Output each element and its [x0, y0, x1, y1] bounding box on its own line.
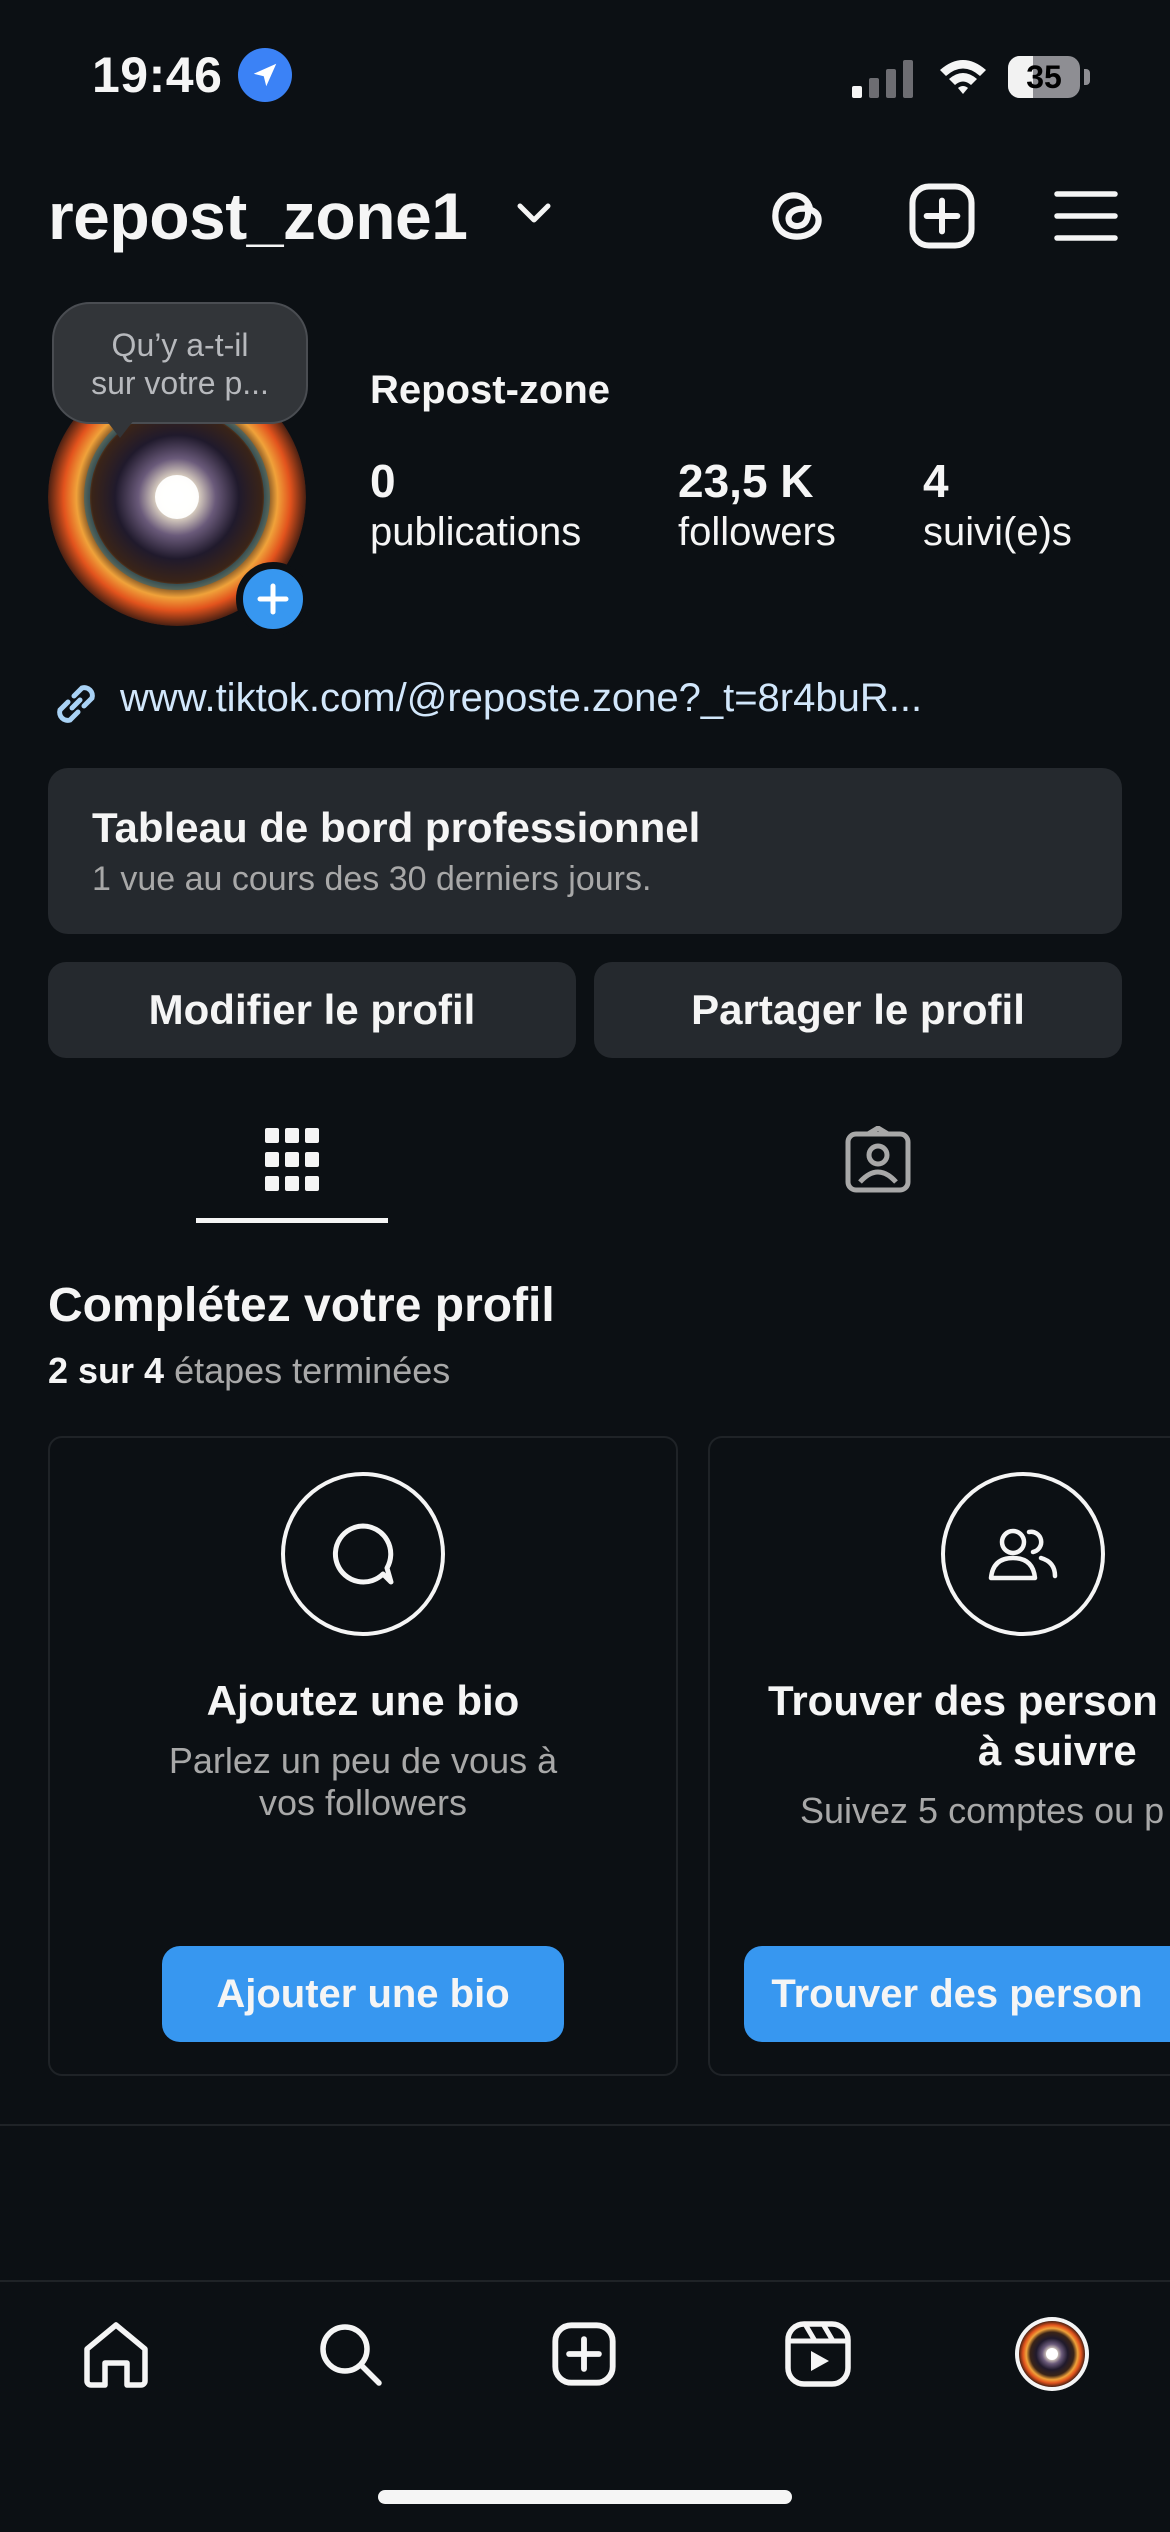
complete-profile-title: Complétez votre profil: [48, 1279, 555, 1332]
people-icon: [941, 1472, 1105, 1636]
dashboard-title: Tableau de bord professionnel: [92, 804, 701, 851]
nav-home-icon[interactable]: [78, 2316, 154, 2392]
nav-reels-icon[interactable]: [780, 2316, 856, 2392]
card-bio-desc-line2: vos followers: [258, 1782, 468, 1823]
card-bio-description: Parlez un peu de vous à vos followers: [48, 1740, 678, 1824]
section-divider: [0, 2124, 1170, 2126]
card-follow-title-line1: Trouver des person: [768, 1677, 1158, 1724]
progress-count: 2 sur 4: [48, 1350, 165, 1391]
chevron-down-icon[interactable]: [516, 202, 552, 226]
wifi-icon: [940, 60, 986, 94]
stat-followers-label[interactable]: followers: [678, 510, 836, 555]
find-people-button[interactable]: Trouver des person: [744, 1946, 1170, 2042]
grid-icon: [265, 1128, 319, 1191]
stat-publications-count[interactable]: 0: [370, 454, 396, 508]
hamburger-menu-icon[interactable]: [1048, 178, 1124, 254]
nav-profile-avatar[interactable]: [1014, 2316, 1090, 2392]
complete-profile-progress: 2 sur 4 étapes terminées: [48, 1350, 450, 1392]
cellular-signal-icon: [852, 60, 913, 98]
note-bubble-tail: [106, 420, 134, 438]
location-arrow-icon: [238, 48, 292, 102]
card-bio-desc-line1: Parlez un peu de vous à: [168, 1740, 558, 1781]
note-bubble-line2: sur votre p...: [91, 365, 269, 401]
add-story-plus-icon[interactable]: [236, 562, 310, 636]
tagged-person-icon: [845, 1126, 911, 1193]
card-follow-description: Suivez 5 comptes ou p: [800, 1790, 1165, 1831]
tab-tagged[interactable]: [818, 1120, 938, 1200]
card-follow-title-line2: à suivre: [978, 1727, 1137, 1774]
progress-label: étapes terminées: [174, 1350, 451, 1391]
dashboard-subtitle: 1 vue au cours des 30 derniers jours.: [92, 860, 652, 898]
battery-percent: 35: [1026, 59, 1062, 95]
stat-publications-label[interactable]: publications: [370, 510, 581, 555]
threads-icon[interactable]: [760, 178, 836, 254]
note-bubble[interactable]: Qu’y a-t-il sur votre p...: [52, 302, 308, 424]
battery-icon: 35: [1008, 56, 1092, 98]
nav-create-icon[interactable]: [546, 2316, 622, 2392]
home-indicator: [378, 2490, 792, 2504]
account-username[interactable]: repost_zone1: [48, 178, 468, 254]
tab-posts-grid[interactable]: [232, 1120, 352, 1200]
status-time: 19:46: [92, 47, 223, 103]
link-icon: [57, 685, 95, 723]
profile-display-name: Repost-zone: [370, 368, 610, 412]
share-profile-button[interactable]: Partager le profil: [594, 962, 1122, 1058]
stat-following-label[interactable]: suivi(e)s: [923, 510, 1072, 555]
add-bio-button[interactable]: Ajouter une bio: [162, 1946, 564, 2042]
edit-profile-button[interactable]: Modifier le profil: [48, 962, 576, 1058]
note-bubble-line1: Qu’y a-t-il: [111, 327, 249, 363]
chat-bubble-icon: [281, 1472, 445, 1636]
create-post-icon[interactable]: [904, 178, 980, 254]
card-bio-title: Ajoutez une bio: [206, 1677, 520, 1724]
profile-link[interactable]: www.tiktok.com/@reposte.zone?_t=8r4buR..…: [120, 676, 922, 721]
tab-bar-divider: [0, 2280, 1170, 2282]
stat-followers-count[interactable]: 23,5 K: [678, 454, 814, 508]
nav-search-icon[interactable]: [312, 2316, 388, 2392]
active-tab-indicator: [196, 1218, 388, 1223]
stat-following-count[interactable]: 4: [923, 454, 949, 508]
